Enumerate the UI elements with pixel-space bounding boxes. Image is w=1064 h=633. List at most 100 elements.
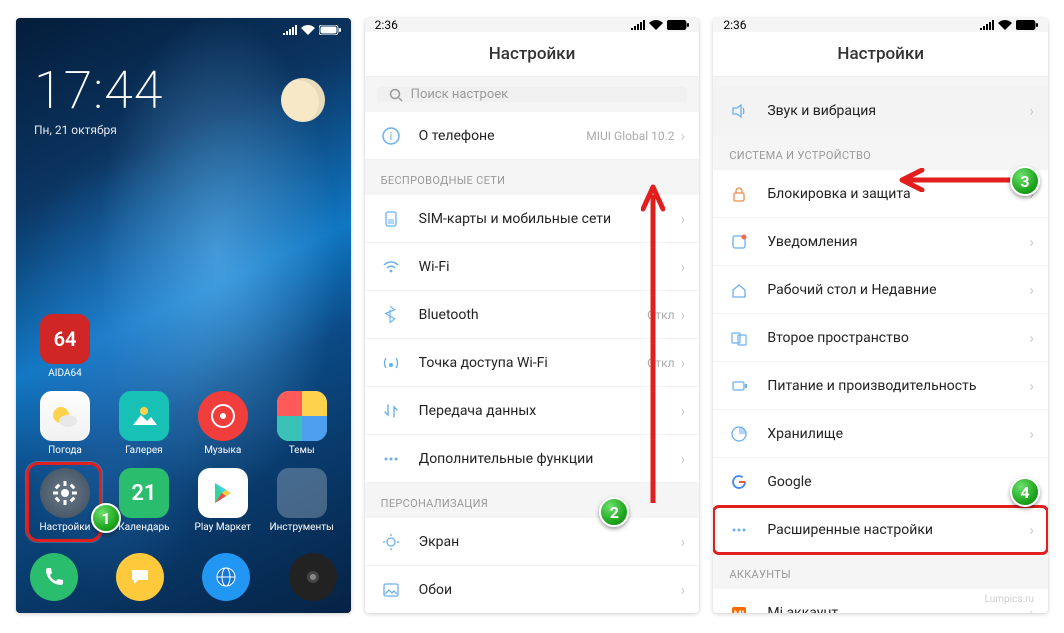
gallery-icon xyxy=(119,391,169,441)
section-system-label: СИСТЕМА И УСТРОЙСТВО xyxy=(729,149,871,162)
chevron-right-icon: › xyxy=(1029,280,1034,299)
settings-icon xyxy=(40,468,90,518)
row-sound[interactable]: Звук и вибрация › xyxy=(713,87,1048,135)
wireless-list: SIM-карты и мобильные сети›Wi-Fi›Bluetoo… xyxy=(365,195,700,483)
dock-browser[interactable] xyxy=(202,553,250,601)
system-row-3[interactable]: Второе пространство› xyxy=(713,314,1048,362)
app-play-store[interactable]: Play Маркет xyxy=(188,468,258,533)
chevron-right-icon: › xyxy=(681,209,686,228)
wireless-row-2[interactable]: BluetoothОткл› xyxy=(365,291,700,339)
dock-camera[interactable] xyxy=(289,553,337,601)
app-label: Инструменты xyxy=(270,522,334,533)
chevron-right-icon: › xyxy=(681,353,686,372)
chevron-right-icon: › xyxy=(681,401,686,420)
row-label: Расширенные настройки xyxy=(767,522,1029,538)
app-settings[interactable]: Настройки xyxy=(30,468,100,533)
wifi-icon xyxy=(301,25,315,35)
section-accounts: АККАУНТЫ xyxy=(713,554,1048,589)
section-wireless: БЕСПРОВОДНЫЕ СЕТИ xyxy=(365,160,700,195)
settings-title: Настройки xyxy=(365,32,700,77)
play-icon xyxy=(198,468,248,518)
storage-icon xyxy=(729,424,749,444)
personal-row-1[interactable]: Обои› xyxy=(365,566,700,613)
notif-icon xyxy=(729,232,749,252)
hotspot-icon xyxy=(381,353,401,373)
row-label: Экран xyxy=(419,534,681,550)
bt-icon xyxy=(381,305,401,325)
system-row-7[interactable]: Расширенные настройки› xyxy=(713,506,1048,554)
weather-icon xyxy=(40,391,90,441)
chevron-right-icon: › xyxy=(1029,232,1034,251)
row-label: Хранилище xyxy=(767,426,1029,442)
app-weather[interactable]: Погода xyxy=(30,391,100,456)
wireless-row-3[interactable]: Точка доступа Wi-FiОткл› xyxy=(365,339,700,387)
dock-phone[interactable] xyxy=(30,553,78,601)
chevron-right-icon: › xyxy=(681,305,686,324)
sim-icon xyxy=(381,209,401,229)
about-icon: i xyxy=(381,126,401,146)
row-label: Блокировка и защита xyxy=(767,186,1029,202)
row-value: Откл xyxy=(647,308,674,322)
status-time: 2:36 xyxy=(723,18,746,32)
settings-search[interactable]: Поиск настроек xyxy=(377,87,688,102)
signal-icon xyxy=(980,20,994,30)
svg-text:MI: MI xyxy=(734,610,745,614)
phone-settings-system: 2:36 Настройки Звук и вибрация › СИСТЕМА… xyxy=(713,18,1048,613)
step-badge-1: 1 xyxy=(91,503,121,533)
app-label: Галерея xyxy=(125,445,162,456)
row-label: Рабочий стол и Недавние xyxy=(767,282,1029,298)
svg-text:i: i xyxy=(389,130,392,143)
home-grid: 64 AIDA64 Погода Галерея xyxy=(16,314,351,553)
step-badge-3: 3 xyxy=(1010,166,1040,196)
status-bar: 2:36 xyxy=(713,18,1048,32)
app-label: Погода xyxy=(48,445,82,456)
system-row-1[interactable]: Уведомления› xyxy=(713,218,1048,266)
home-icon xyxy=(729,280,749,300)
app-music[interactable]: Музыка xyxy=(188,391,258,456)
wifi-icon xyxy=(998,20,1012,30)
more-icon xyxy=(729,520,749,540)
row-label: SIM-карты и мобильные сети xyxy=(419,211,681,227)
app-gallery[interactable]: Галерея xyxy=(109,391,179,456)
folder-icon xyxy=(277,468,327,518)
row-label: Второе пространство xyxy=(767,330,1029,346)
dock-messages[interactable] xyxy=(116,553,164,601)
row-label: Точка доступа Wi-Fi xyxy=(419,355,647,371)
home-row-1: 64 AIDA64 xyxy=(30,314,337,379)
data-icon xyxy=(381,401,401,421)
app-label: Календарь xyxy=(118,522,169,533)
aida64-icon: 64 xyxy=(40,314,90,364)
chevron-right-icon: › xyxy=(681,449,686,468)
home-row-2: Погода Галерея Музыка Темы xyxy=(30,391,337,456)
lock-icon xyxy=(729,184,749,204)
sound-list: Звук и вибрация › xyxy=(713,87,1048,135)
system-row-2[interactable]: Рабочий стол и Недавние› xyxy=(713,266,1048,314)
watermark: Lumpics.ru xyxy=(985,594,1034,605)
calendar-day: 21 xyxy=(131,481,156,506)
app-tools-folder[interactable]: Инструменты xyxy=(267,468,337,533)
wifi-icon xyxy=(649,20,663,30)
chevron-right-icon: › xyxy=(1029,424,1034,443)
status-time: 2:36 xyxy=(375,18,398,32)
system-row-5[interactable]: Хранилище› xyxy=(713,410,1048,458)
system-row-0[interactable]: Блокировка и защита› xyxy=(713,170,1048,218)
wireless-row-1[interactable]: Wi-Fi › xyxy=(365,243,700,291)
personal-row-0[interactable]: Экран› xyxy=(365,518,700,566)
wireless-row-5[interactable]: Дополнительные функции› xyxy=(365,435,700,483)
app-label: AIDA64 xyxy=(48,368,81,379)
app-themes[interactable]: Темы xyxy=(267,391,337,456)
system-list: Блокировка и защита›Уведомления›Рабочий … xyxy=(713,170,1048,554)
app-aida64[interactable]: 64 AIDA64 xyxy=(30,314,100,379)
wireless-row-0[interactable]: SIM-карты и мобильные сети› xyxy=(365,195,700,243)
battery-icon xyxy=(667,20,689,30)
system-row-4[interactable]: Питание и производительность› xyxy=(713,362,1048,410)
row-label: Питание и производительность xyxy=(767,378,1029,394)
wireless-row-4[interactable]: Передача данных› xyxy=(365,387,700,435)
step-badge-4: 4 xyxy=(1010,477,1040,507)
weather-widget[interactable] xyxy=(281,78,325,122)
system-row-6[interactable]: Google› xyxy=(713,458,1048,506)
row-about-phone[interactable]: i О телефоне MIUI Global 10.2 › xyxy=(365,112,700,160)
chevron-right-icon: › xyxy=(681,257,686,276)
wifi-icon xyxy=(381,257,401,277)
row-label: Wi-Fi xyxy=(419,259,675,275)
